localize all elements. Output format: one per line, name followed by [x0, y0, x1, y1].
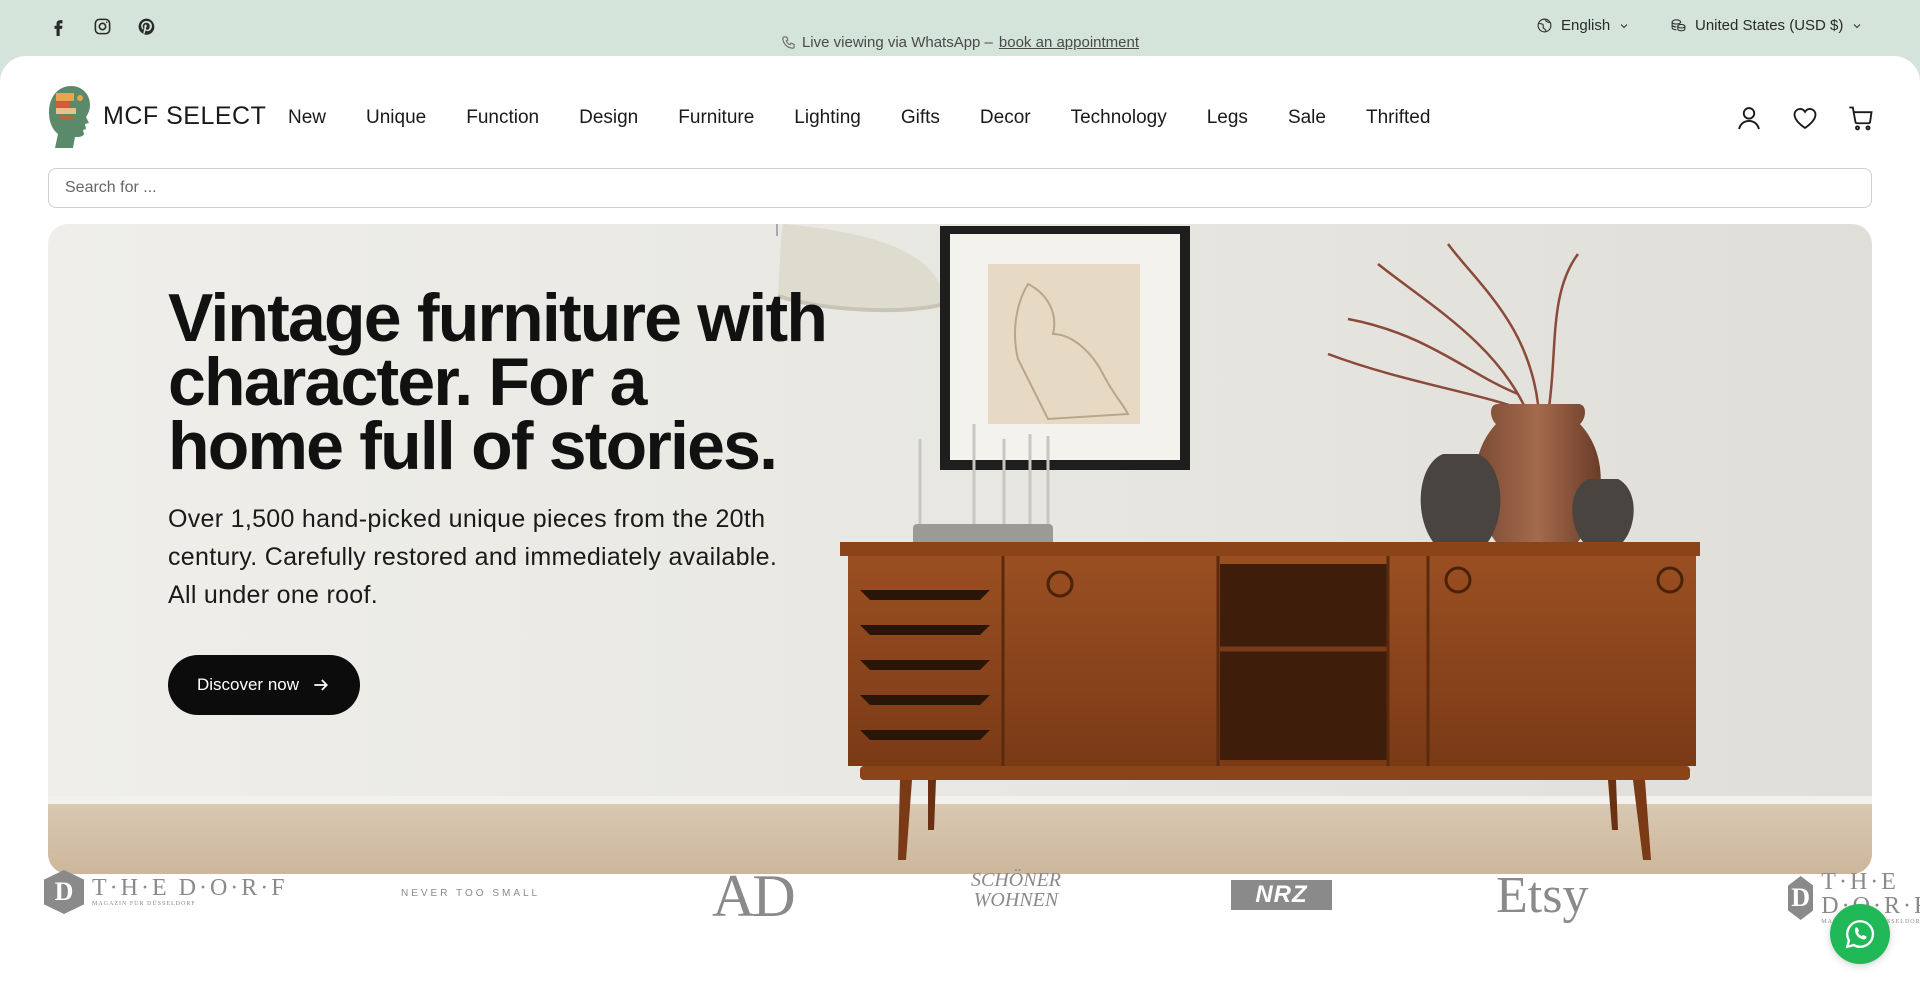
currency-selector[interactable]: United States (USD $): [1670, 17, 1863, 34]
chevron-down-icon: [1851, 20, 1863, 32]
main-nav: New Unique Function Design Furniture Lig…: [288, 107, 1430, 129]
main-page: MCF SELECT New Unique Function Design Fu…: [0, 56, 1920, 993]
etsy-logo: Etsy: [1496, 867, 1589, 924]
nav-item-technology[interactable]: Technology: [1071, 107, 1167, 129]
nav-item-lighting[interactable]: Lighting: [794, 107, 861, 129]
nrz-logo: NRZ: [1231, 880, 1332, 910]
language-selector[interactable]: English: [1536, 17, 1630, 34]
nav-item-new[interactable]: New: [288, 107, 326, 129]
the-dorf-logo: D T·H·E D·O·R·F MAGAZIN FÜR DÜSSELDORF: [44, 870, 288, 914]
nav-item-design[interactable]: Design: [579, 107, 638, 129]
account-icon[interactable]: [1735, 104, 1763, 132]
currency-icon: [1670, 17, 1687, 34]
announcement-bar: Live viewing via WhatsApp – book an appo…: [0, 0, 1920, 56]
dorf-name: T·H·E D·O·R·F: [92, 875, 288, 901]
whatsapp-chat-button[interactable]: [1830, 904, 1890, 964]
dorf-badge: D: [44, 870, 84, 914]
logo-head-icon: [49, 86, 90, 148]
whatsapp-icon: [1843, 917, 1877, 951]
nav-item-sale[interactable]: Sale: [1288, 107, 1326, 129]
site-logo[interactable]: MCF SELECT: [47, 84, 266, 148]
nav-item-thrifted[interactable]: Thrifted: [1366, 107, 1430, 129]
schoener-wohnen-logo: SCHÖNER WOHNEN: [966, 870, 1066, 910]
nav-item-gifts[interactable]: Gifts: [901, 107, 940, 129]
never-too-small-logo: NEVER TOO SMALL: [401, 888, 541, 899]
hero-title: Vintage furniture with character. For a …: [168, 280, 828, 484]
dorf-tagline: MAGAZIN FÜR DÜSSELDORF: [92, 901, 196, 907]
sw-line-1: SCHÖNER: [971, 869, 1061, 891]
arrow-right-icon: [311, 675, 331, 695]
currency-label: United States (USD $): [1695, 17, 1844, 34]
header-actions: [1735, 104, 1875, 132]
nav-item-furniture[interactable]: Furniture: [678, 107, 754, 129]
chevron-down-icon: [1618, 20, 1630, 32]
cart-icon[interactable]: [1847, 104, 1875, 132]
phone-icon: [781, 35, 796, 50]
ad-logo: AD: [712, 863, 796, 929]
logo-text: MCF SELECT: [103, 101, 267, 130]
language-label: English: [1561, 17, 1611, 34]
wishlist-icon[interactable]: [1791, 104, 1819, 132]
announcement-text: Live viewing via WhatsApp –: [801, 34, 993, 51]
sw-line-2: WOHNEN: [973, 889, 1059, 911]
discover-now-button[interactable]: Discover now: [168, 655, 360, 715]
book-appointment-link[interactable]: book an appointment: [999, 34, 1139, 51]
dorf-badge: D: [1788, 876, 1814, 920]
nav-item-function[interactable]: Function: [466, 107, 539, 129]
press-logos: D T·H·E D·O·R·F MAGAZIN FÜR DÜSSELDORF N…: [0, 860, 1920, 937]
hero-subtitle: Over 1,500 hand-picked unique pieces fro…: [168, 505, 778, 609]
nav-item-unique[interactable]: Unique: [366, 107, 426, 129]
nav-item-legs[interactable]: Legs: [1207, 107, 1248, 129]
globe-icon: [1536, 17, 1553, 34]
hero-banner: Vintage furniture with character. For a …: [48, 224, 1872, 874]
whatsapp-announcement: Live viewing via WhatsApp – book an appo…: [0, 34, 1920, 51]
discover-now-label: Discover now: [196, 675, 300, 694]
nav-item-decor[interactable]: Decor: [980, 107, 1031, 129]
search-input[interactable]: [48, 168, 1872, 208]
